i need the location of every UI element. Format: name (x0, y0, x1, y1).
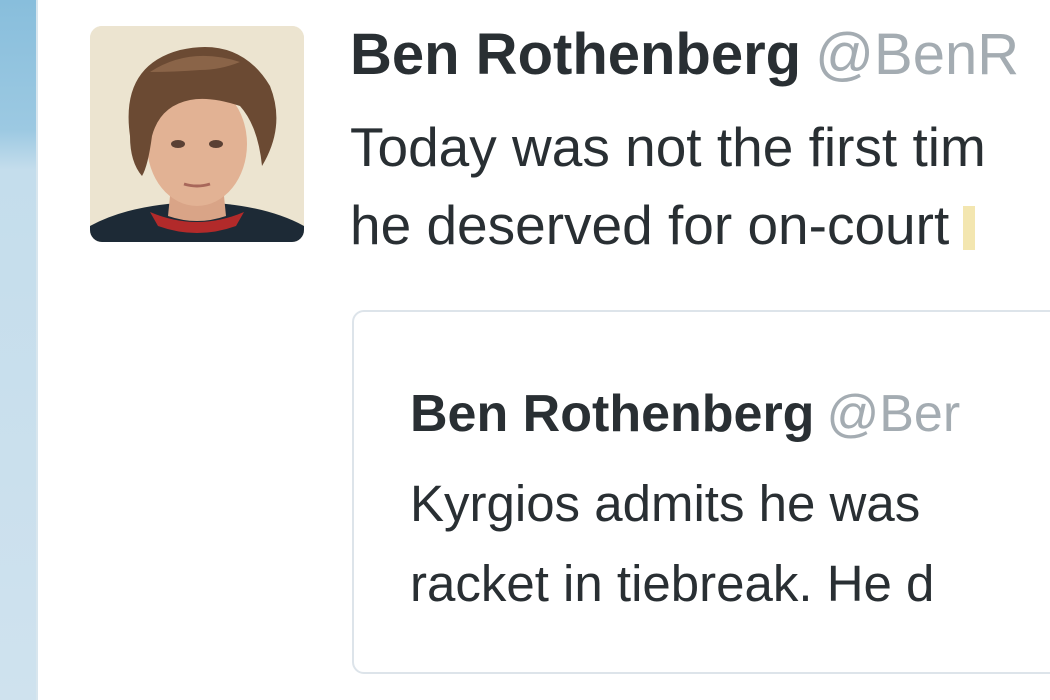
tweet-text-line-content: he deserved for on-court (350, 194, 950, 256)
avatar[interactable] (90, 26, 304, 242)
author-name[interactable]: Ben Rothenberg (350, 22, 801, 87)
quoted-author-name: Ben Rothenberg (410, 385, 815, 443)
avatar-photo (90, 26, 304, 242)
tweet-screenshot: Ben Rothenberg @BenR Today was not the fi… (0, 0, 1050, 700)
tweet-text-line: Today was not the first tim (350, 116, 986, 178)
tweet-text: Today was not the first tim he deserved … (350, 108, 1050, 264)
quoted-text-line: racket in tiebreak. He d (410, 555, 935, 612)
tweet-text-line: he deserved for on-court (350, 186, 1050, 264)
quoted-text-line: Kyrgios admits he was (410, 475, 921, 532)
quoted-tweet-header: Ben Rothenberg @Ber (410, 384, 960, 444)
quoted-tweet-text: Kyrgios admits he was racket in tiebreak… (410, 464, 934, 624)
quoted-author-handle: @Ber (826, 385, 961, 443)
quoted-tweet-card[interactable]: Ben Rothenberg @Ber Kyrgios admits he was… (352, 310, 1050, 674)
author-handle[interactable]: @BenR (815, 22, 1019, 87)
tweet-header: Ben Rothenberg @BenR (350, 22, 1019, 88)
left-rail-panel (0, 0, 38, 700)
text-highlight-fragment (963, 206, 976, 250)
